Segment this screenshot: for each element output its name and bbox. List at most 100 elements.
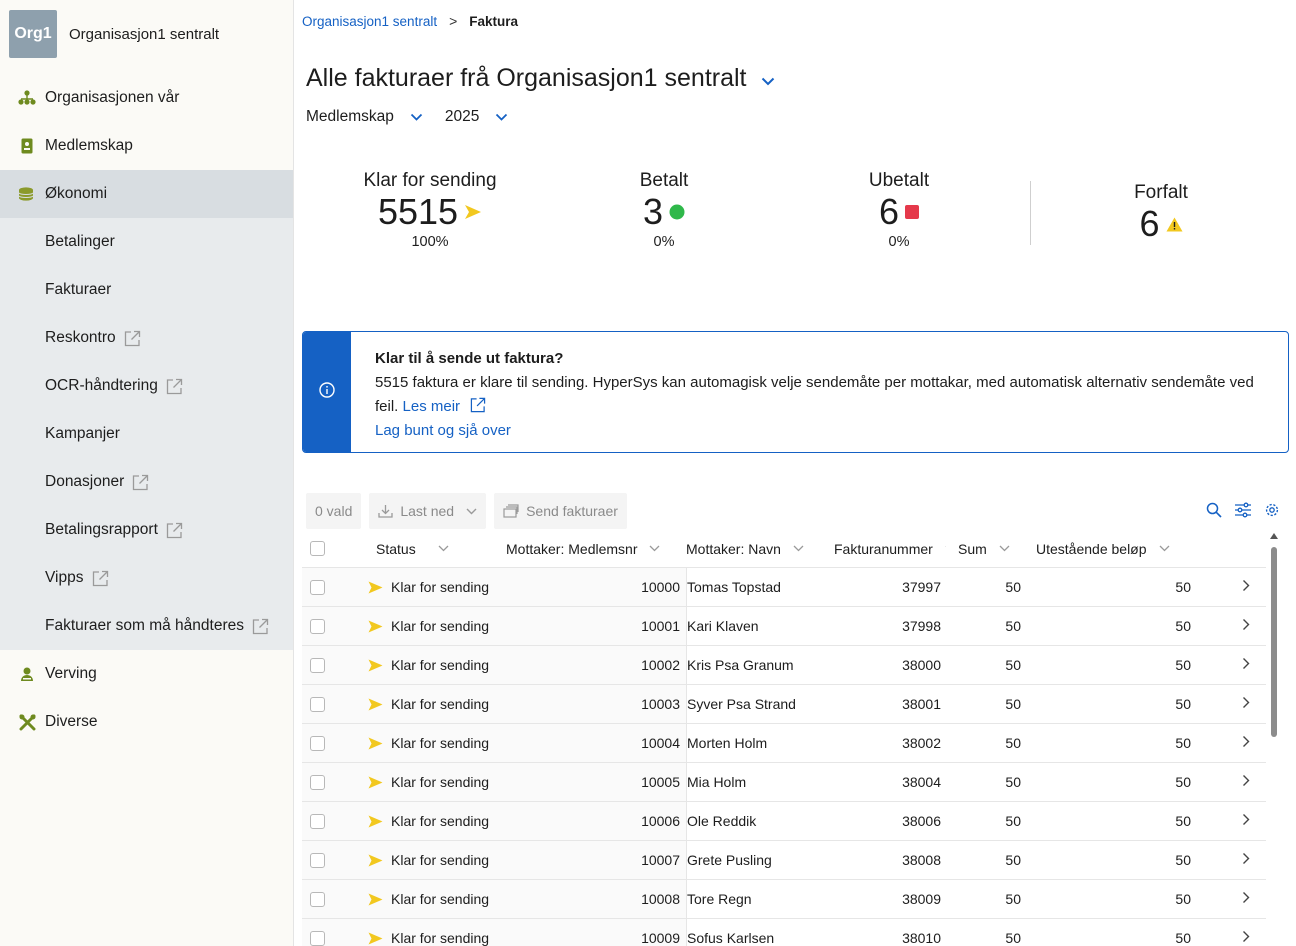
header-sum[interactable]: Sum: [946, 530, 1026, 567]
header-outstanding[interactable]: Utestående beløp: [1026, 530, 1194, 567]
sidebar-subitem-fakturaer-handteres[interactable]: Fakturaer som må håndteres: [0, 602, 293, 650]
type-filter-dropdown[interactable]: Medlemskap: [306, 108, 423, 126]
org-header[interactable]: Org1 Organisasjon1 sentralt: [9, 10, 219, 58]
sidebar-subitem-fakturaer[interactable]: Fakturaer: [0, 266, 293, 314]
row-checkbox[interactable]: [309, 891, 325, 907]
sidebar-item-medlemskap[interactable]: Medlemskap: [0, 122, 293, 170]
row-checkbox[interactable]: [309, 930, 325, 946]
row-select-cell: [302, 880, 360, 918]
sum-cell: 50: [1005, 930, 1021, 946]
sidebar-subitem-ocr[interactable]: OCR-håndtering: [0, 362, 293, 410]
sidebar-item-organisasjonen[interactable]: Organisasjonen vår: [0, 74, 293, 122]
chevron-right-icon[interactable]: [1242, 735, 1250, 751]
outstanding-cell: 50: [1175, 579, 1191, 595]
header-member-no[interactable]: Mottaker: Medlemsnr: [500, 530, 686, 567]
create-bundle-link[interactable]: Lag bunt og sjå over: [375, 419, 1281, 443]
row-checkbox[interactable]: [309, 579, 325, 595]
row-checkbox[interactable]: [309, 618, 325, 634]
row-checkbox[interactable]: [309, 735, 325, 751]
sidebar-subitem-kampanjer[interactable]: Kampanjer: [0, 410, 293, 458]
chevron-right-icon[interactable]: [1242, 930, 1250, 946]
filter-sliders-icon[interactable]: [1234, 502, 1252, 518]
read-more-link[interactable]: Les meir: [403, 398, 461, 415]
stat-unpaid[interactable]: Ubetalt 6 0%: [839, 170, 959, 250]
header-name[interactable]: Mottaker: Navn: [686, 530, 832, 567]
name-cell: Tomas Topstad: [686, 568, 832, 606]
table-row[interactable]: Klar for sending 10002 Kris Psa Granum 3800…: [302, 646, 1266, 685]
status-cell: Klar for sending: [360, 646, 500, 684]
table-row[interactable]: Klar for sending 10007 Grete Pusling 38008 5…: [302, 841, 1266, 880]
header-status[interactable]: Status: [360, 530, 500, 567]
sidebar-item-verving[interactable]: Verving: [0, 650, 293, 698]
sidebar-subitem-label: Betalinger: [45, 233, 115, 250]
chevron-right-icon[interactable]: [1242, 774, 1250, 790]
org-name: Organisasjon1 sentralt: [69, 25, 220, 43]
scroll-thumb[interactable]: [1271, 547, 1277, 737]
status-text: Klar for sending: [391, 774, 490, 790]
send-arrow-icon: [368, 815, 383, 828]
chevron-right-icon[interactable]: [1242, 696, 1250, 712]
stat-overdue[interactable]: Forfalt 6: [1101, 182, 1221, 244]
sum-cell: 50: [1005, 774, 1021, 790]
send-arrow-icon: [368, 581, 383, 594]
page-title[interactable]: Alle fakturaer frå Organisasjon1 sentral…: [306, 64, 775, 93]
table-row[interactable]: Klar for sending 10004 Morten Holm 38002 50 5…: [302, 724, 1266, 763]
select-all-checkbox[interactable]: [309, 541, 325, 556]
row-checkbox[interactable]: [309, 774, 325, 790]
name-cell: Sofus Karlsen: [686, 919, 832, 946]
external-link-icon: [470, 397, 486, 413]
send-invoices-button[interactable]: Send fakturaer: [494, 493, 627, 529]
sidebar-item-okonomi[interactable]: Økonomi: [0, 170, 293, 218]
info-banner-body: Klar til å sende ut faktura? 5515 faktur…: [351, 332, 1281, 452]
gear-icon[interactable]: [1264, 502, 1280, 518]
stat-paid[interactable]: Betalt 3 0%: [604, 170, 724, 250]
stat-paid-label: Betalt: [639, 170, 689, 191]
download-button[interactable]: Last ned: [369, 493, 487, 529]
chevron-down-icon: [999, 545, 1010, 552]
status-cell: Klar for sending: [360, 685, 500, 723]
name-cell: Ole Reddik: [686, 802, 832, 840]
row-checkbox[interactable]: [309, 813, 325, 829]
chevron-down-icon[interactable]: [761, 64, 775, 93]
invoice-no-cell: 38002: [902, 735, 941, 751]
table-row[interactable]: Klar for sending 10000 Tomas Topstad 37997 5…: [302, 568, 1266, 607]
sidebar-subitem-reskontro[interactable]: Reskontro: [0, 314, 293, 362]
header-member-no-label: Mottaker: Medlemsnr: [506, 540, 638, 557]
org-logo: Org1: [9, 10, 57, 58]
row-open-cell: [1194, 607, 1254, 645]
table-row[interactable]: Klar for sending 10005 Mia Holm 38004 50 50: [302, 763, 1266, 802]
table-scrollbar[interactable]: [1270, 533, 1278, 946]
scroll-up-arrow[interactable]: [1270, 533, 1278, 539]
header-invoice-no[interactable]: Fakturanummer: [832, 530, 946, 567]
sidebar-subitem-vipps[interactable]: Vipps: [0, 554, 293, 602]
chevron-right-icon[interactable]: [1242, 657, 1250, 673]
chevron-right-icon[interactable]: [1242, 579, 1250, 595]
invoice-no-cell: 38001: [902, 696, 941, 712]
sidebar-item-diverse[interactable]: Diverse: [0, 698, 293, 746]
sidebar-subitem-donasjoner[interactable]: Donasjoner: [0, 458, 293, 506]
breadcrumb-link-org[interactable]: Organisasjon1 sentralt: [302, 14, 437, 29]
search-icon[interactable]: [1206, 502, 1222, 518]
table-row[interactable]: Klar for sending 10003 Syver Psa Strand 380…: [302, 685, 1266, 724]
invoice-no-cell: 38008: [902, 852, 941, 868]
table-row[interactable]: Klar for sending 10008 Tore Regn 38009 50 50: [302, 880, 1266, 919]
stat-ready-value: 5515: [377, 191, 459, 232]
chevron-right-icon[interactable]: [1242, 891, 1250, 907]
invoice-no-cell: 38006: [902, 813, 941, 829]
row-select-cell: [302, 724, 360, 762]
table-row[interactable]: Klar for sending 10001 Kari Klaven 37998 50 5…: [302, 607, 1266, 646]
chevron-right-icon[interactable]: [1242, 852, 1250, 868]
sidebar-subitem-betalinger[interactable]: Betalinger: [0, 218, 293, 266]
row-checkbox[interactable]: [309, 696, 325, 712]
year-filter-dropdown[interactable]: 2025: [445, 108, 508, 126]
row-checkbox[interactable]: [309, 657, 325, 673]
chevron-right-icon[interactable]: [1242, 813, 1250, 829]
chevron-right-icon[interactable]: [1242, 618, 1250, 634]
table-row[interactable]: Klar for sending 10006 Ole Reddik 38006 50 50: [302, 802, 1266, 841]
row-checkbox[interactable]: [309, 852, 325, 868]
info-banner-side: [303, 332, 351, 452]
table-row[interactable]: Klar for sending 10009 Sofus Karlsen 38010 5…: [302, 919, 1266, 946]
invoice-no-cell: 38004: [902, 774, 941, 790]
stat-ready[interactable]: Klar for sending 5515 100%: [350, 170, 510, 250]
sidebar-subitem-betalingsrapport[interactable]: Betalingsrapport: [0, 506, 293, 554]
